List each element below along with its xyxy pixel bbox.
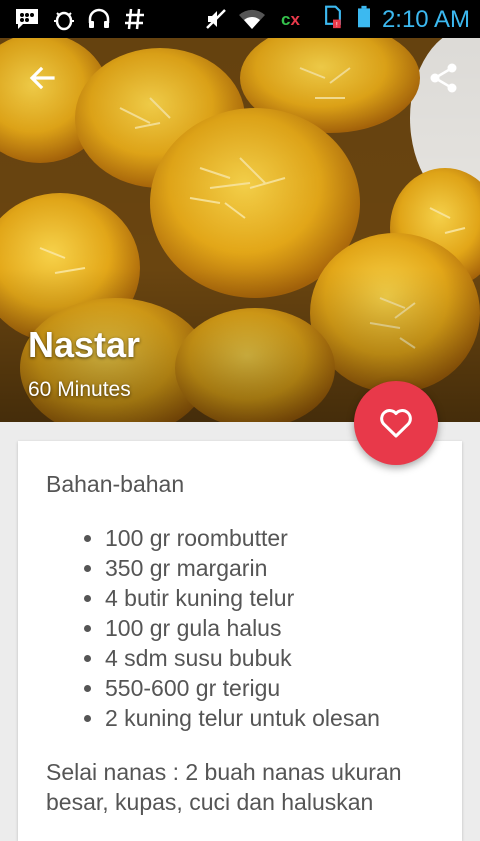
list-item: 2 kuning telur untuk olesan [105, 703, 380, 733]
back-arrow-icon[interactable] [26, 62, 58, 94]
status-clock: 2:10 AM [381, 6, 470, 33]
headset-icon [88, 8, 110, 28]
status-bar: ccxx ! 2:10 AM [0, 0, 480, 38]
list-item: 4 sdm susu bubuk [105, 643, 380, 673]
hash-icon [125, 8, 144, 30]
ingredients-list: 100 gr roombutter 350 gr margarin 4 buti… [18, 523, 380, 733]
list-item: 100 gr gula halus [105, 613, 380, 643]
mute-icon [206, 9, 226, 29]
carrier-label: ccxx [281, 10, 300, 29]
heart-icon [380, 409, 412, 438]
wifi-icon [239, 9, 265, 29]
filling-note: Selai nanas : 2 buah nanas ukuran besar,… [46, 759, 402, 815]
ingredients-card: Bahan-bahan 100 gr roombutter 350 gr mar… [18, 441, 462, 841]
sim-icon: ! [325, 5, 341, 28]
list-item: 100 gr roombutter [105, 523, 380, 553]
battery-icon [358, 5, 370, 28]
svg-text:!: ! [336, 21, 338, 28]
recipe-duration: 60 Minutes [28, 378, 131, 401]
ingredients-heading: Bahan-bahan [46, 471, 185, 497]
list-item: 550-600 gr terigu [105, 673, 380, 703]
bug-icon [54, 11, 74, 31]
list-item: 350 gr margarin [105, 553, 380, 583]
recipe-hero: Nastar 60 Minutes [0, 38, 480, 422]
recipe-title: Nastar [28, 324, 141, 365]
list-item: 4 butir kuning telur [105, 583, 380, 613]
share-icon[interactable] [428, 62, 460, 94]
bbm-icon [16, 9, 38, 29]
favorite-button[interactable] [354, 381, 438, 465]
